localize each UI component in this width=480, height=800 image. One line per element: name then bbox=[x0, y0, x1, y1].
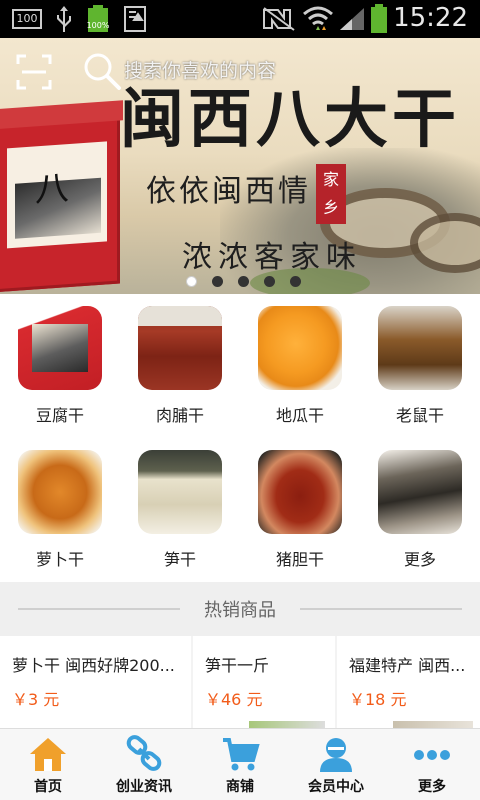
product-price: ￥46 元 bbox=[205, 690, 263, 709]
nav-label: 商铺 bbox=[226, 779, 254, 795]
nav-label: 首页 bbox=[34, 779, 62, 795]
category-label: 肉脯干 bbox=[155, 406, 204, 425]
category-tofu[interactable]: 豆腐干 bbox=[0, 294, 120, 439]
product-card[interactable]: 福建特产 闽西... ￥18 元 bbox=[337, 636, 480, 728]
category-bamboo-shoot[interactable]: 笋干 bbox=[120, 438, 240, 583]
signal-icon bbox=[340, 8, 364, 30]
carousel-dot[interactable] bbox=[264, 276, 275, 287]
usb-icon bbox=[57, 6, 71, 32]
product-price: ￥3 元 bbox=[12, 690, 60, 709]
category-radish[interactable]: 萝卜干 bbox=[0, 438, 120, 583]
scan-icon[interactable] bbox=[16, 54, 52, 90]
product-name: 笋干一斤 bbox=[205, 656, 270, 675]
status-bar: 100 100% 15:22 bbox=[0, 0, 480, 38]
search-icon[interactable] bbox=[82, 51, 122, 91]
category-label: 老鼠干 bbox=[395, 406, 444, 425]
nav-member-center[interactable]: 会员中心 bbox=[288, 729, 384, 800]
category-label: 地瓜干 bbox=[275, 406, 324, 425]
nav-home[interactable]: 首页 bbox=[0, 729, 96, 800]
nav-label: 更多 bbox=[418, 779, 446, 795]
category-label: 萝卜干 bbox=[35, 550, 84, 569]
category-sweet-potato[interactable]: 地瓜干 bbox=[240, 294, 360, 439]
category-more[interactable]: 更多 bbox=[360, 438, 480, 583]
nfc-off-icon bbox=[263, 7, 295, 31]
banner-slogan-2: 浓浓客家味 bbox=[182, 240, 362, 275]
battery-icon: 100% bbox=[86, 5, 110, 33]
category-label: 豆腐干 bbox=[35, 406, 84, 425]
carousel-indicator bbox=[0, 276, 480, 288]
divider bbox=[18, 608, 180, 610]
product-image bbox=[393, 721, 473, 728]
battery-percent-label: 100% bbox=[86, 21, 110, 30]
user-icon bbox=[320, 738, 352, 772]
banner-seal: 家乡 bbox=[316, 164, 346, 224]
bottom-nav: 首页 创业资讯 商铺 会员中心 更多 bbox=[0, 728, 480, 800]
category-label: 笋干 bbox=[163, 550, 196, 569]
more-thumb bbox=[378, 450, 462, 534]
link-icon bbox=[126, 735, 162, 771]
product-name: 萝卜干 闽西好牌200... bbox=[12, 656, 175, 675]
pig-gallbladder-thumb bbox=[258, 450, 342, 534]
jerky-thumb bbox=[138, 306, 222, 390]
banner-carousel[interactable]: 八 闽西八大干 依依闽西情 家乡 浓浓客家味 bbox=[0, 38, 480, 294]
category-jerky[interactable]: 肉脯干 bbox=[120, 294, 240, 439]
nav-label: 会员中心 bbox=[308, 779, 364, 795]
carousel-dot[interactable] bbox=[238, 276, 249, 287]
nav-label: 创业资讯 bbox=[116, 779, 172, 795]
tofu-thumb bbox=[18, 306, 102, 390]
category-label: 猪胆干 bbox=[275, 550, 324, 569]
carousel-dot[interactable] bbox=[212, 276, 223, 287]
hot-section-header: 热销商品 bbox=[0, 582, 480, 636]
banner-slogan-1: 依依闽西情 bbox=[146, 174, 311, 209]
search-input[interactable] bbox=[124, 54, 324, 88]
product-card[interactable]: 萝卜干 闽西好牌200... ￥3 元 bbox=[0, 636, 191, 728]
battery-full-icon bbox=[371, 4, 387, 33]
nav-business-news[interactable]: 创业资讯 bbox=[96, 729, 192, 800]
box-100-icon: 100 bbox=[12, 9, 42, 29]
product-price: ￥18 元 bbox=[349, 690, 407, 709]
carousel-dot[interactable] bbox=[186, 276, 197, 287]
category-pig-gallbladder[interactable]: 猪胆干 bbox=[240, 438, 360, 583]
sweet-potato-thumb bbox=[258, 306, 342, 390]
more-dots-icon bbox=[414, 750, 450, 760]
category-rat-jerky[interactable]: 老鼠干 bbox=[360, 294, 480, 439]
wifi-icon bbox=[303, 6, 333, 30]
divider bbox=[300, 608, 462, 610]
download-icon bbox=[124, 6, 146, 32]
bamboo-shoot-thumb bbox=[138, 450, 222, 534]
product-name: 福建特产 闽西... bbox=[349, 656, 466, 675]
rat-jerky-thumb bbox=[378, 306, 462, 390]
product-card[interactable]: 笋干一斤 ￥46 元 bbox=[193, 636, 335, 728]
radish-thumb bbox=[18, 450, 102, 534]
nav-shop[interactable]: 商铺 bbox=[192, 729, 288, 800]
product-list: 萝卜干 闽西好牌200... ￥3 元 笋干一斤 ￥46 元 福建特产 闽西..… bbox=[0, 636, 480, 728]
hot-section-title: 热销商品 bbox=[204, 600, 276, 621]
gift-box-image: 八 bbox=[0, 100, 123, 293]
carousel-dot[interactable] bbox=[290, 276, 301, 287]
category-label: 更多 bbox=[403, 550, 436, 569]
home-icon bbox=[30, 738, 66, 771]
nav-more[interactable]: 更多 bbox=[384, 729, 480, 800]
status-time: 15:22 bbox=[393, 3, 468, 33]
cart-icon bbox=[223, 738, 260, 771]
product-image bbox=[249, 721, 325, 728]
